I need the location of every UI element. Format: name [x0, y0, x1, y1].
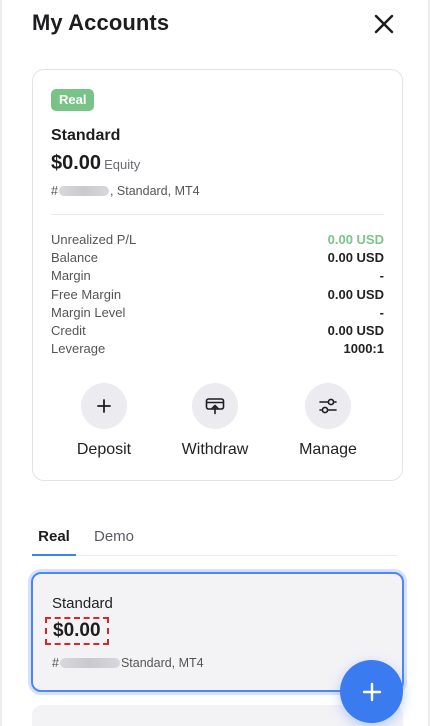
page-title: My Accounts: [32, 10, 170, 35]
stat-label: Margin: [51, 268, 91, 284]
account-id: # , Standard, MT4: [51, 184, 200, 198]
stat-row-margin: Margin -: [51, 267, 384, 285]
account-stats: Unrealized P/L 0.00 USD Balance 0.00 USD M…: [51, 231, 384, 358]
accounts-panel: My Accounts Real Standard $0.00 Equity # …: [0, 0, 430, 726]
stat-label: Leverage: [51, 341, 106, 357]
equity: $0.00 Equity: [51, 152, 140, 175]
account-id-details: Standard, MT4: [120, 656, 204, 670]
stat-label: Unrealized P/L: [51, 232, 137, 247]
stat-label: Credit: [51, 322, 86, 338]
account-actions: Deposit Withdraw Manage: [33, 383, 402, 463]
add-account-button[interactable]: [340, 660, 403, 723]
account-list-balance: $0.00: [45, 617, 109, 645]
stat-row-unrealized-pl: Unrealized P/L 0.00 USD: [51, 231, 384, 249]
manage-label: Manage: [299, 441, 357, 458]
tab-demo[interactable]: Demo: [94, 526, 134, 556]
redacted-account-number: [59, 658, 120, 668]
withdraw-label: Withdraw: [181, 441, 249, 458]
account-type: Standard: [51, 127, 121, 144]
withdraw-button[interactable]: Withdraw: [165, 383, 265, 459]
stat-row-free-margin: Free Margin 0.00 USD: [51, 286, 384, 304]
withdraw-icon: [192, 383, 238, 429]
stat-value: -: [379, 268, 384, 284]
account-kind-badge: Real: [51, 89, 95, 111]
equity-label: Equity: [104, 157, 141, 172]
deposit-label: Deposit: [76, 441, 132, 458]
stat-value: -: [379, 304, 384, 320]
stat-row-balance: Balance 0.00 USD: [51, 249, 384, 267]
stat-row-margin-level: Margin Level -: [51, 304, 384, 322]
account-tabs: Real Demo: [32, 520, 398, 556]
stat-value: 0.00 USD: [327, 250, 384, 266]
account-list-id: # Standard, MT4: [52, 656, 204, 670]
account-list-type: Standard: [52, 595, 113, 612]
settings-sliders-icon: [305, 383, 351, 429]
account-summary-card: Real Standard $0.00 Equity # , Standard, …: [32, 69, 403, 481]
stat-row-credit: Credit 0.00 USD: [51, 322, 384, 340]
tab-real[interactable]: Real: [32, 526, 76, 556]
account-id-details: , Standard, MT4: [109, 184, 200, 198]
stat-value: 0.00 USD: [327, 286, 384, 302]
header: My Accounts: [32, 8, 398, 40]
plus-icon: [81, 383, 127, 429]
stat-value: 1000:1: [343, 341, 384, 357]
stat-label: Margin Level: [51, 304, 126, 320]
close-icon[interactable]: [372, 12, 396, 36]
stat-label: Balance: [51, 250, 98, 266]
equity-amount: $0.00: [51, 152, 102, 174]
stat-value: 0.00 USD: [327, 232, 384, 247]
stat-value: 0.00 USD: [327, 322, 384, 338]
account-id-prefix: #: [52, 656, 59, 670]
stat-row-leverage: Leverage 1000:1: [51, 340, 384, 358]
stat-label: Free Margin: [51, 286, 122, 302]
manage-button[interactable]: Manage: [278, 383, 378, 459]
deposit-button[interactable]: Deposit: [54, 383, 154, 459]
plus-icon: [362, 682, 381, 701]
redacted-account-number: [58, 186, 109, 196]
divider: [51, 214, 384, 215]
account-id-prefix: #: [51, 184, 58, 198]
